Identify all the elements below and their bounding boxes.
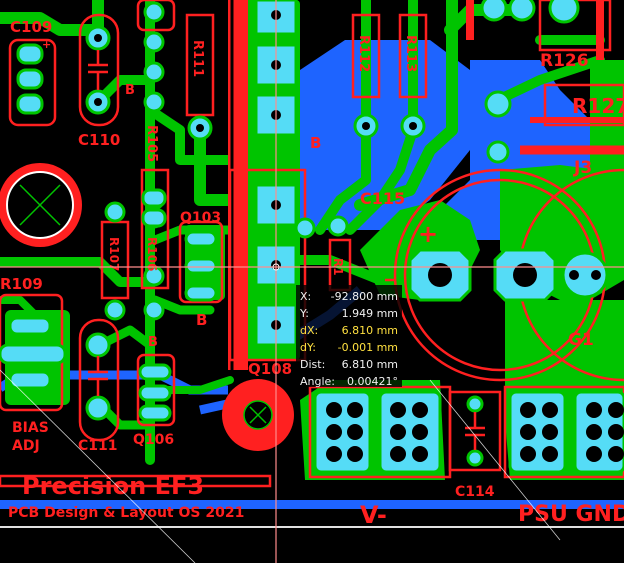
label-r105: R105: [144, 125, 159, 162]
readout-x-value: -92.800 mm: [330, 290, 398, 303]
label-q106: Q106: [133, 432, 174, 448]
label-b3: B: [196, 311, 207, 329]
label-plus-small: +: [42, 38, 51, 51]
via-large: [222, 379, 294, 451]
label-g1: G1: [568, 330, 594, 350]
label-j3: J3: [573, 158, 592, 178]
label-r109: R109: [0, 275, 43, 293]
readout-dx: dX: 6.810 mm: [300, 322, 398, 339]
label-r127: R127: [572, 94, 624, 118]
board-title: Precision EF3: [22, 472, 204, 500]
board-credit: PCB Design & Layout OS 2021: [8, 505, 244, 521]
readout-dist-label: Dist:: [300, 358, 326, 371]
label-plus: +: [418, 220, 438, 248]
label-c109: C109: [10, 18, 52, 36]
readout-y: Y: 1.949 mm: [300, 305, 398, 322]
readout-y-label: Y:: [300, 307, 309, 320]
label-c115: C115: [360, 189, 405, 208]
readout-angle: Angle: 0.00421°: [300, 373, 398, 390]
label-r113: R113: [403, 35, 418, 72]
readout-angle-label: Angle:: [300, 375, 336, 388]
label-c110: C110: [78, 131, 120, 149]
label-r107: R107: [107, 237, 121, 271]
readout-dx-label: dX:: [300, 324, 319, 337]
readout-angle-value: 0.00421°: [347, 375, 398, 388]
readout-dy-value: -0.001 mm: [337, 341, 398, 354]
readout-x-label: X:: [300, 290, 312, 303]
label-v-minus: V-: [360, 501, 387, 529]
readout-dy: dY: -0.001 mm: [300, 339, 398, 356]
readout-y-value: 1.949 mm: [341, 307, 398, 320]
label-q108: Q108: [248, 360, 292, 378]
pcb-layout-viewer[interactable]: C109 + C110 B R111 R112 R113 R126 R127 J…: [0, 0, 624, 563]
readout-dx-value: 6.810 mm: [341, 324, 398, 337]
readout-dist: Dist: 6.810 mm: [300, 356, 398, 373]
label-bias-line1: BIAS: [12, 420, 49, 436]
label-c111: C111: [78, 438, 118, 454]
readout-x: X: -92.800 mm: [300, 288, 398, 305]
pcb-board-canvas[interactable]: C109 + C110 B R111 R112 R113 R126 R127 J…: [0, 0, 624, 563]
readout-dy-label: dY:: [300, 341, 316, 354]
measurement-readout: X: -92.800 mm Y: 1.949 mm dX: 6.810 mm d…: [296, 285, 402, 390]
label-r106: R106: [145, 237, 159, 271]
label-b2: B: [310, 134, 321, 152]
label-b1: B: [125, 83, 135, 98]
mounting-hole-left: [0, 163, 82, 247]
label-c114: C114: [455, 484, 495, 500]
readout-dist-value: 6.810 mm: [341, 358, 398, 371]
label-q103: Q103: [180, 210, 221, 226]
label-r111: R111: [190, 40, 205, 77]
label-bias-line2: ADJ: [12, 438, 40, 454]
label-r112: R112: [356, 35, 371, 72]
label-b4: B: [148, 335, 158, 350]
label-r126: R126: [540, 51, 589, 71]
label-psu-gnd: PSU GND: [518, 502, 624, 527]
